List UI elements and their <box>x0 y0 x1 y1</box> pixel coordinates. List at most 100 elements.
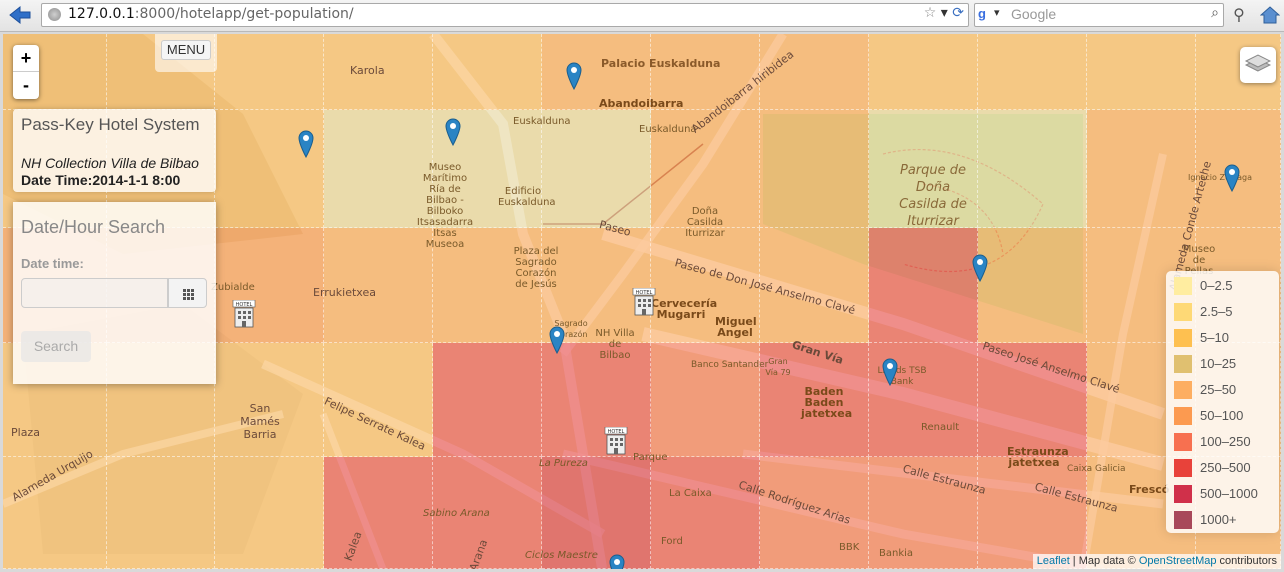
legend-label: 1000+ <box>1200 512 1237 527</box>
reload-icon[interactable]: ⟳ <box>952 5 964 21</box>
map-label: Zubialde <box>211 282 255 293</box>
location-marker-icon[interactable] <box>972 254 988 282</box>
attribution-text: | Map data © <box>1069 555 1139 567</box>
search-placeholder: Google <box>1011 6 1057 22</box>
leaflet-link[interactable]: Leaflet <box>1037 555 1070 567</box>
dropdown-icon[interactable]: ▾ <box>941 5 948 21</box>
svg-text:HOTEL: HOTEL <box>236 302 253 308</box>
legend-item: 1000+ <box>1174 511 1237 529</box>
zoom-out-button[interactable]: - <box>13 72 39 98</box>
map-label: Edificio Euskalduna <box>498 186 556 208</box>
search-engine-dropdown-icon[interactable]: ▾ <box>994 6 1000 19</box>
location-marker-icon[interactable] <box>549 326 565 354</box>
hotel-icon[interactable]: HOTEL <box>232 300 256 328</box>
location-marker-icon[interactable] <box>445 118 461 146</box>
legend-label: 2.5–5 <box>1200 304 1233 319</box>
addon-binoculars-icon[interactable]: ⚲ <box>1229 5 1249 25</box>
search-button[interactable]: Search <box>21 331 91 362</box>
url-path: :8000/hotelapp/get-population/ <box>134 6 354 22</box>
layers-control[interactable] <box>1240 47 1276 83</box>
heatmap-cell <box>651 457 760 569</box>
population-legend: 0–2.5 2.5–5 5–10 10–25 25–50 50–100 100–250 250… <box>1166 271 1279 533</box>
heatmap-cell <box>869 228 978 343</box>
legend-item: 2.5–5 <box>1174 303 1233 321</box>
location-marker-icon[interactable] <box>566 62 582 90</box>
layers-icon <box>1244 54 1272 72</box>
map-label: La Caixa <box>669 488 712 499</box>
calendar-button[interactable] <box>168 278 207 308</box>
map-label: Parque de Doña Casilda de Iturrizar <box>899 163 967 229</box>
map-label: Sabino Arana <box>423 508 490 519</box>
map-label: Errukietxea <box>313 286 376 299</box>
menu-container: MENU <box>155 34 217 72</box>
search-glass-icon[interactable]: ⌕ <box>1211 5 1219 21</box>
hotel-icon[interactable]: HOTEL <box>604 427 628 455</box>
map-label: Banco Santander <box>691 360 769 370</box>
legend-swatch <box>1174 433 1192 451</box>
map-label: Abandoibarra <box>599 97 684 110</box>
search-box[interactable]: g ▾ Google ⌕ <box>974 3 1224 27</box>
legend-swatch <box>1174 277 1192 295</box>
date-time-input[interactable] <box>21 278 168 308</box>
map-label: Miguel Angel <box>715 315 757 339</box>
browser-toolbar: 127.0.0.1:8000/hotelapp/get-population/ … <box>0 0 1284 32</box>
address-bar[interactable]: 127.0.0.1:8000/hotelapp/get-population/ … <box>41 3 969 27</box>
zoom-control: + - <box>13 45 39 99</box>
heatmap-cell <box>215 457 324 569</box>
map-label: Doña Casilda Iturrizar <box>685 206 725 239</box>
heatmap-cell <box>215 110 324 228</box>
heatmap-cell <box>433 343 542 457</box>
heatmap-cell <box>1087 110 1196 228</box>
heatmap-cell <box>107 457 215 569</box>
legend-swatch <box>1174 511 1192 529</box>
zoom-in-button[interactable]: + <box>13 45 39 72</box>
map-label: Bankia <box>879 548 914 559</box>
home-icon[interactable] <box>1259 5 1281 25</box>
map-label: Frescó <box>1129 483 1170 496</box>
date-search-panel: Date/Hour Search Date time: Search <box>13 202 216 384</box>
date-time-label: Date time: <box>21 256 84 271</box>
map-label: BBK <box>839 542 860 553</box>
hotel-icon[interactable]: HOTEL <box>632 288 656 316</box>
legend-item: 0–2.5 <box>1174 277 1233 295</box>
bookmark-star-icon[interactable]: ☆ <box>924 5 937 21</box>
legend-item: 500–1000 <box>1174 485 1258 503</box>
svg-text:HOTEL: HOTEL <box>636 290 653 296</box>
legend-swatch <box>1174 329 1192 347</box>
location-marker-icon[interactable] <box>609 554 625 569</box>
legend-item: 50–100 <box>1174 407 1243 425</box>
legend-label: 50–100 <box>1200 408 1244 423</box>
map-label: La Pureza <box>539 458 588 469</box>
globe-icon <box>48 8 61 21</box>
osm-link[interactable]: OpenStreetMap <box>1139 555 1217 567</box>
heatmap-cell <box>760 110 869 228</box>
legend-swatch <box>1174 407 1192 425</box>
map-label: Ford <box>661 536 683 547</box>
legend-item: 100–250 <box>1174 433 1251 451</box>
heatmap-cell <box>869 34 978 110</box>
map-view[interactable]: Karola Palacio Euskalduna Abandoibarra E… <box>3 34 1281 569</box>
legend-swatch <box>1174 355 1192 373</box>
legend-item: 10–25 <box>1174 355 1236 373</box>
map-label: Estraunza jatetxea <box>1007 445 1069 469</box>
map-label: NH Villa de Bilbao <box>595 328 635 361</box>
legend-label: 500–1000 <box>1200 486 1258 501</box>
heatmap-cell <box>978 34 1087 110</box>
map-label: Palacio Euskalduna <box>601 57 721 70</box>
map-label: Museo Marítimo Ría de Bilbao - Bilboko I… <box>416 162 474 250</box>
location-marker-icon[interactable] <box>882 358 898 386</box>
menu-button[interactable]: MENU <box>161 40 211 60</box>
location-marker-icon[interactable] <box>1224 164 1240 192</box>
url-host: 127.0.0.1 <box>68 6 135 22</box>
heatmap-cell <box>433 34 542 110</box>
map-label: Gran Vía 79 <box>765 357 791 377</box>
map-label: Euskalduna <box>513 116 571 127</box>
google-icon: g <box>978 6 986 21</box>
map-label: San Mamés Barria <box>240 402 280 441</box>
location-marker-icon[interactable] <box>298 130 314 158</box>
legend-label: 0–2.5 <box>1200 278 1233 293</box>
back-arrow-icon[interactable] <box>8 5 32 25</box>
map-label: Baden Baden jatetxea <box>801 385 853 420</box>
map-label: Euskalduna <box>639 124 697 135</box>
map-label: Renault <box>921 422 960 433</box>
